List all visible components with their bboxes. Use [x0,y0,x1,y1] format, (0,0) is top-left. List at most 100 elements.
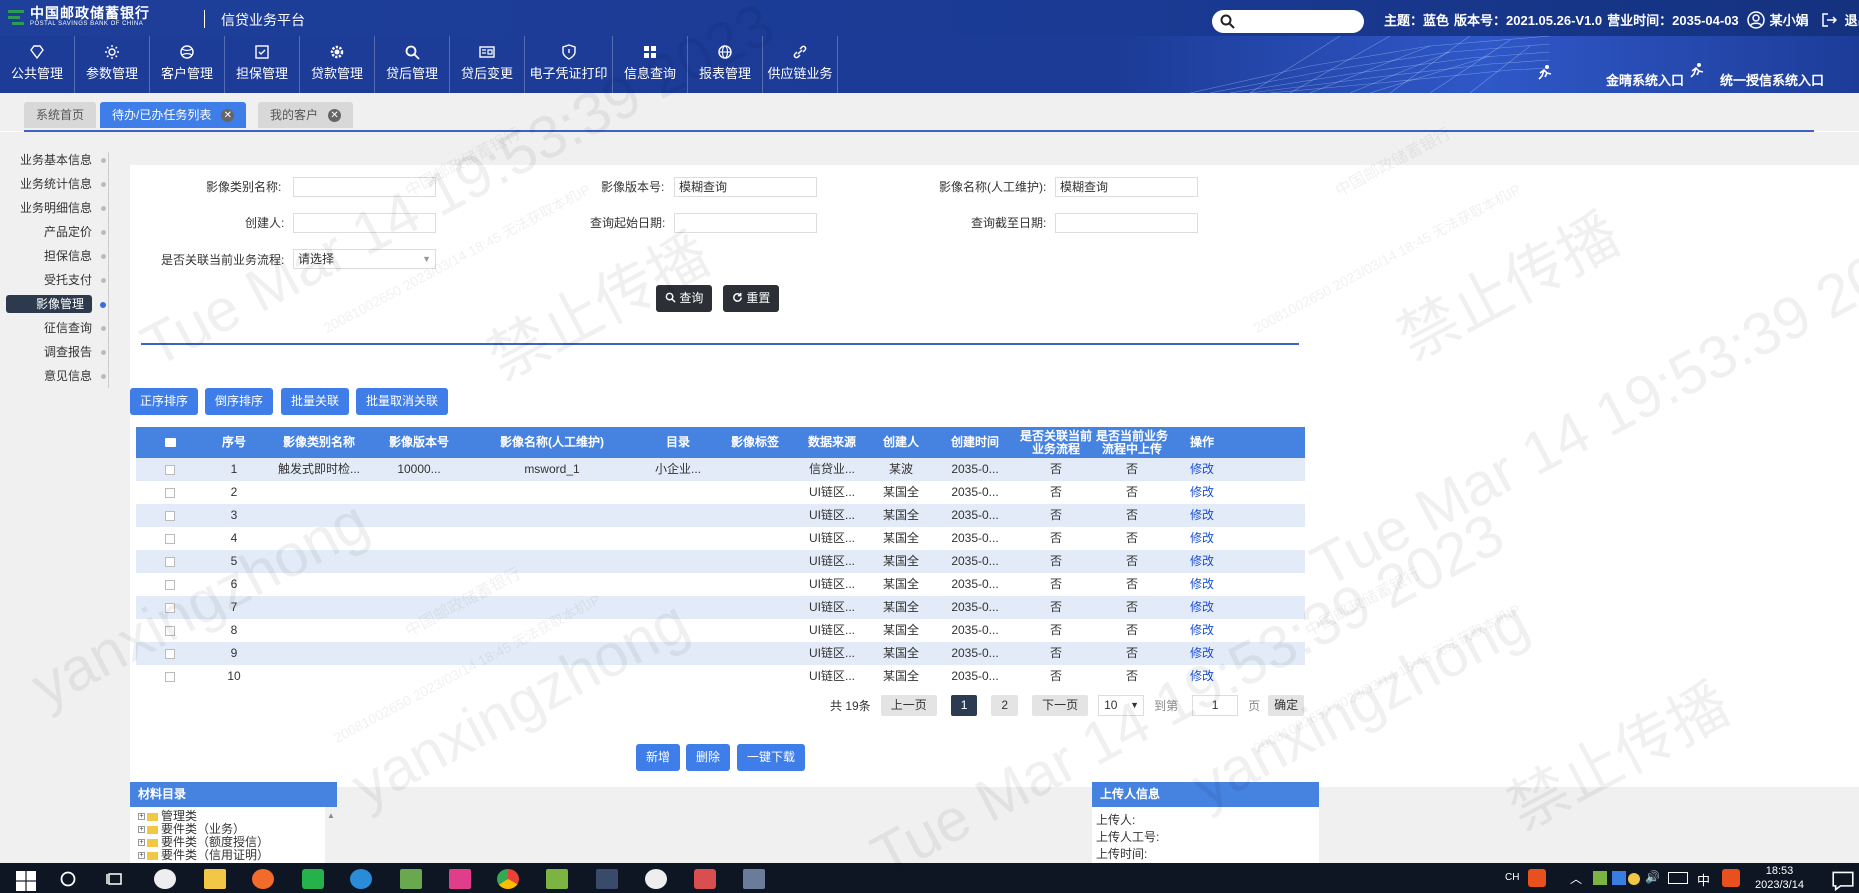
nav-item-6[interactable]: 贷后管理 [375,36,450,93]
nav-item-5[interactable]: 贷款管理 [300,36,375,93]
chrome-icon[interactable] [497,869,519,889]
app-icon[interactable] [694,869,716,889]
row-checkbox[interactable] [136,504,204,527]
expand-icon[interactable]: + [138,826,145,834]
reset-button[interactable]: 重置 [723,285,780,312]
row-checkbox[interactable] [136,481,204,504]
task-view-icon[interactable] [104,869,126,889]
start-date-input[interactable] [674,213,817,233]
nav-item-1[interactable]: 公共管理 [0,36,75,93]
table-row[interactable]: 10 UI链区... 某国全 2035-0... 否 否 修改 [136,665,1305,688]
image-name-input[interactable]: 模糊查询 [1055,177,1198,197]
category-input[interactable] [293,177,436,197]
volume-icon[interactable]: 🔊 [1645,870,1660,884]
row-checkbox[interactable] [136,642,204,665]
folder-icon[interactable] [204,869,226,889]
nav-item-10[interactable]: 报表管理 [688,36,763,93]
edit-link[interactable]: 修改 [1170,573,1234,596]
app-icon[interactable] [400,869,422,889]
user-name[interactable]: 某小娟 [1770,10,1809,29]
select-all-checkbox[interactable] [136,427,204,458]
table-row[interactable]: 6 UI链区... 某国全 2035-0... 否 否 修改 [136,573,1305,596]
logout-button[interactable]: 退出 [1845,10,1859,29]
nav-item-4[interactable]: 担保管理 [225,36,300,93]
page-1-button[interactable]: 1 [950,694,978,716]
tray-icon[interactable] [1612,871,1626,885]
edit-link[interactable]: 修改 [1170,550,1234,573]
table-row[interactable]: 1 触发式即时检... 10000... msword_1 小企业... 信贷业... 某波… [136,458,1305,481]
tab-my-customers[interactable]: 我的客户 ✕ [258,102,354,128]
app-icon[interactable] [449,869,471,889]
version-input[interactable]: 模糊查询 [674,177,817,197]
jinqing-entry-link[interactable]: 金晴系统入口 [1606,70,1684,89]
table-row[interactable]: 7 UI链区... 某国全 2035-0... 否 否 修改 [136,596,1305,619]
edit-link[interactable]: 修改 [1170,642,1234,665]
sidebar-item[interactable]: 受托支付 [0,268,112,292]
row-checkbox[interactable] [136,619,204,642]
sort-desc-button[interactable]: 倒序排序 [205,388,274,415]
page-2-button[interactable]: 2 [991,694,1019,716]
bulk-unlink-button[interactable]: 批量取消关联 [356,388,449,415]
app-icon[interactable] [302,869,324,889]
tab-task-list[interactable]: 待办/已办任务列表 ✕ [100,102,247,128]
next-page-button[interactable]: 下一页 [1032,694,1089,716]
page-size-select[interactable]: 10 ▼ [1098,694,1145,716]
expand-icon[interactable]: + [138,813,145,821]
table-row[interactable]: 5 UI链区... 某国全 2035-0... 否 否 修改 [136,550,1305,573]
tree-node[interactable]: + 要件类（信用证明） [138,849,337,862]
chevron-up-icon[interactable]: ︿ [1570,870,1582,887]
edit-link[interactable]: 修改 [1170,527,1234,550]
expand-icon[interactable]: + [138,839,145,847]
delete-button[interactable]: 删除 [686,744,731,771]
table-row[interactable]: 8 UI链区... 某国全 2035-0... 否 否 修改 [136,619,1305,642]
sidebar-item[interactable]: 业务明细信息 [0,196,112,220]
edit-link[interactable]: 修改 [1170,619,1234,642]
row-checkbox[interactable] [136,458,204,481]
sidebar-item[interactable]: 影像管理 [0,292,112,316]
end-date-input[interactable] [1055,213,1198,233]
sidebar-item[interactable]: 担保信息 [0,244,112,268]
scroll-up-icon[interactable]: ▲ [327,809,335,822]
search-input[interactable] [1212,10,1364,33]
add-button[interactable]: 新增 [636,744,681,771]
tray-icon[interactable] [1593,871,1607,885]
search-circle-icon[interactable] [57,869,79,889]
clock[interactable]: 18:53 2023/3/14 [1755,864,1804,892]
expand-icon[interactable]: + [138,852,145,860]
sidebar-item[interactable]: 意见信息 [0,364,112,388]
app-icon[interactable] [252,869,274,889]
download-all-button[interactable]: 一键下载 [737,744,806,771]
close-icon[interactable]: ✕ [328,109,342,123]
query-button[interactable]: 查询 [656,285,713,312]
edit-link[interactable]: 修改 [1170,481,1234,504]
app-icon[interactable] [645,869,667,889]
edit-link[interactable]: 修改 [1170,596,1234,619]
tray-icon[interactable] [1628,873,1640,885]
nav-item-8[interactable]: 电子凭证打印 [525,36,613,93]
table-row[interactable]: 2 UI链区... 某国全 2035-0... 否 否 修改 [136,481,1305,504]
nav-item-11[interactable]: 供应链业务 [763,36,838,93]
windows-start-icon[interactable] [15,871,37,891]
sidebar-item[interactable]: 业务统计信息 [0,172,112,196]
nav-item-9[interactable]: 信息查询 [613,36,688,93]
app-icon[interactable] [350,869,372,889]
tab-home[interactable]: 系统首页 [24,102,97,128]
ime-mode[interactable]: 中 [1697,870,1710,889]
row-checkbox[interactable] [136,596,204,619]
app-icon[interactable] [546,869,568,889]
notification-icon[interactable] [1832,871,1854,891]
row-checkbox[interactable] [136,527,204,550]
prev-page-button[interactable]: 上一页 [880,694,937,716]
sogou-icon[interactable] [1528,869,1546,887]
sidebar-item[interactable]: 业务基本信息 [0,148,112,172]
logout-icon[interactable] [1821,12,1837,28]
edit-link[interactable]: 修改 [1170,504,1234,527]
goto-confirm-button[interactable]: 确定 [1268,694,1305,716]
input-language[interactable]: CH [1505,872,1519,883]
close-icon[interactable]: ✕ [221,109,235,123]
app-icon[interactable] [154,869,176,889]
sidebar-item[interactable]: 产品定价 [0,220,112,244]
goto-page-input[interactable]: 1 [1192,694,1239,716]
nav-item-3[interactable]: 客户管理 [150,36,225,93]
sidebar-item[interactable]: 征信查询 [0,316,112,340]
